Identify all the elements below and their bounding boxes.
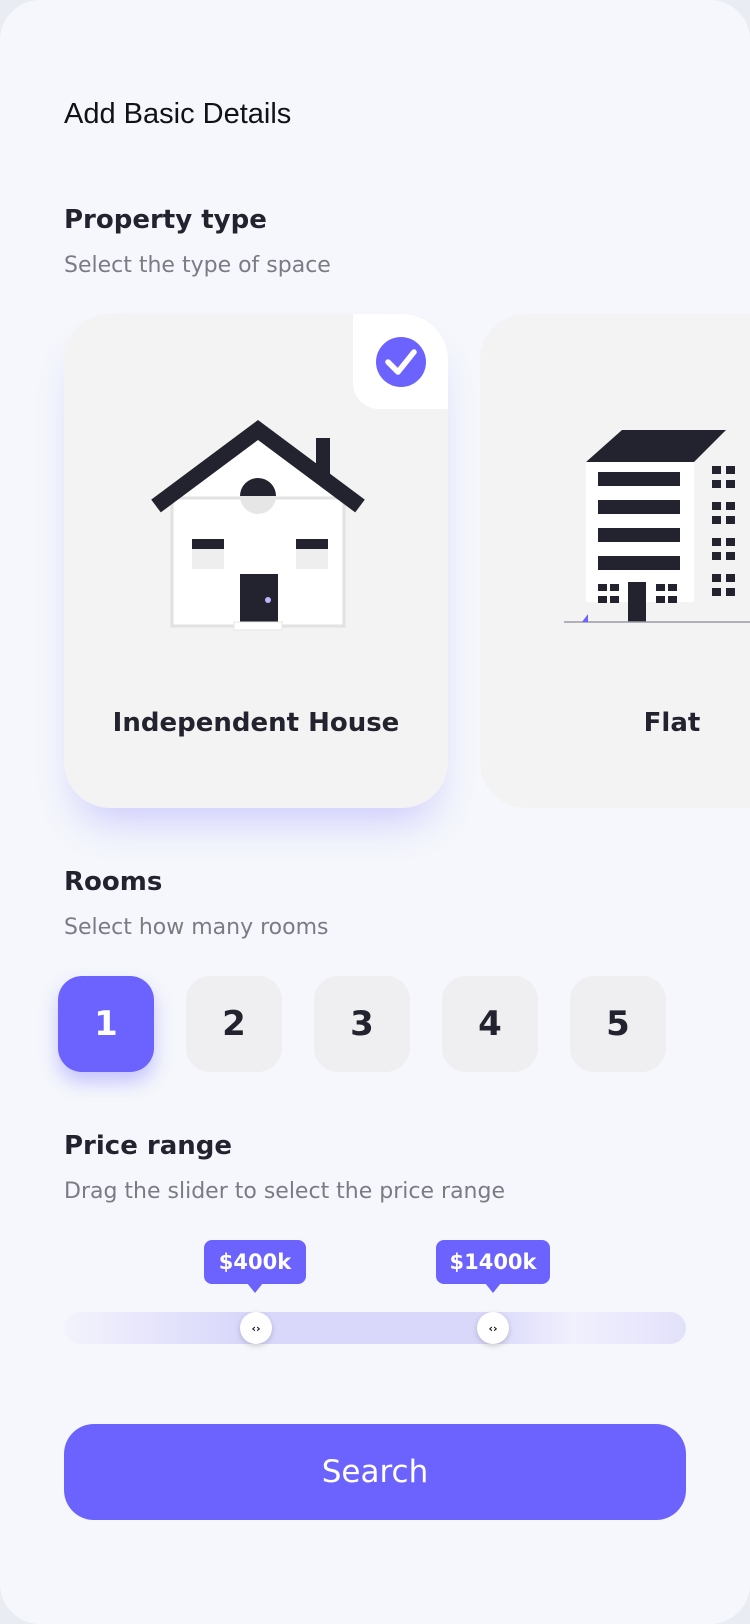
drag-arrows-icon: ‹› bbox=[251, 1321, 261, 1335]
room-option-5[interactable]: 5 bbox=[570, 976, 666, 1072]
selected-check-tab bbox=[353, 314, 448, 409]
screen: Add Basic Details Property type Select t… bbox=[0, 0, 750, 1624]
price-max-tooltip: $1400k bbox=[436, 1240, 550, 1293]
check-circle-icon bbox=[376, 337, 426, 387]
apartment-building-icon bbox=[564, 430, 750, 623]
property-type-subtitle: Select the type of space bbox=[64, 253, 331, 278]
price-slider-min-handle[interactable]: ‹› bbox=[240, 1312, 272, 1344]
page-title: Add Basic Details bbox=[64, 98, 292, 130]
room-option-2[interactable]: 2 bbox=[186, 976, 282, 1072]
property-label: Independent House bbox=[112, 708, 400, 738]
house-icon bbox=[151, 420, 365, 631]
drag-arrows-icon: ‹› bbox=[488, 1321, 498, 1335]
room-option-3[interactable]: 3 bbox=[314, 976, 410, 1072]
price-range-subtitle: Drag the slider to select the price rang… bbox=[64, 1179, 505, 1204]
property-type-title: Property type bbox=[64, 205, 267, 235]
property-card-flat[interactable]: Flat bbox=[480, 314, 750, 808]
rooms-subtitle: Select how many rooms bbox=[64, 915, 329, 940]
price-min-tooltip: $400k bbox=[204, 1240, 306, 1293]
rooms-title: Rooms bbox=[64, 867, 163, 897]
price-slider-max-handle[interactable]: ‹› bbox=[477, 1312, 509, 1344]
property-label: Flat bbox=[643, 708, 701, 738]
room-option-4[interactable]: 4 bbox=[442, 976, 538, 1072]
price-slider-track[interactable] bbox=[64, 1312, 686, 1344]
price-range-title: Price range bbox=[64, 1131, 233, 1161]
room-option-1[interactable]: 1 bbox=[58, 976, 154, 1072]
property-card-independent-house[interactable]: Independent House bbox=[64, 314, 448, 808]
search-button[interactable]: Search bbox=[64, 1424, 686, 1520]
